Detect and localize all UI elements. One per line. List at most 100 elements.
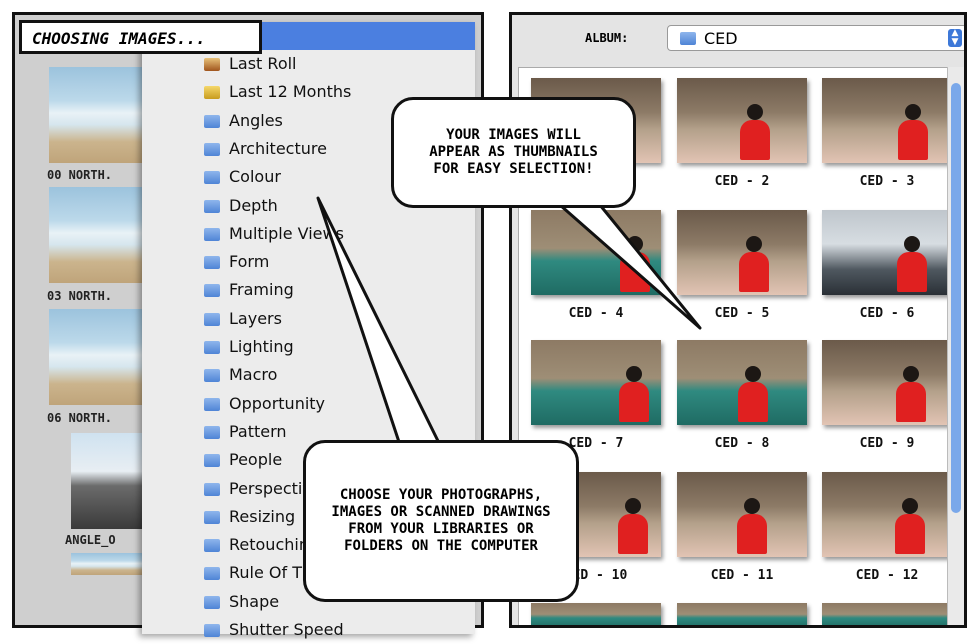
beach-thumbnail[interactable] — [49, 187, 145, 283]
folder-icon — [204, 595, 220, 609]
photo-caption: CED - 11 — [710, 568, 774, 583]
photo-thumbnail-partial[interactable] — [822, 603, 952, 625]
speech-bubble-text: CHOOSE YOUR PHOTOGRAPHS, IMAGES OR SCANN… — [331, 487, 551, 554]
menu-item-label: Resizing — [229, 506, 296, 526]
photo-thumbnail-partial[interactable] — [531, 603, 661, 625]
person-head — [747, 104, 763, 120]
menu-item-label: Macro — [229, 365, 278, 385]
menu-item-label: People — [229, 450, 283, 470]
vertical-scrollbar[interactable] — [947, 67, 964, 625]
album-label: ALBUM: — [585, 31, 629, 45]
beach-thumbnail[interactable] — [49, 67, 145, 163]
person-figure — [739, 252, 769, 292]
calendar-icon — [204, 86, 220, 100]
church-thumbnail[interactable] — [71, 433, 146, 529]
person-figure — [738, 382, 768, 422]
speech-bubble-text: YOUR IMAGES WILL APPEAR AS THUMBNAILS FO… — [429, 127, 598, 177]
folder-icon — [204, 624, 220, 637]
folder-icon — [204, 171, 220, 185]
folder-icon — [204, 199, 220, 213]
photo-caption: CED - 8 — [714, 436, 770, 451]
menu-item[interactable]: Layers — [204, 305, 282, 333]
menu-item-label: Angles — [229, 110, 283, 130]
menu-item[interactable]: Lighting — [204, 333, 294, 361]
folder-icon — [204, 114, 220, 128]
menu-item[interactable]: Last Roll — [204, 50, 297, 78]
photo-thumbnail[interactable] — [822, 210, 952, 295]
person-figure — [895, 514, 925, 554]
photo-caption: CED - 12 — [855, 568, 919, 583]
person-figure — [619, 382, 649, 422]
folder-icon — [204, 425, 220, 439]
menu-item[interactable]: Multiple Views — [204, 220, 344, 248]
person-head — [627, 236, 643, 252]
menu-item[interactable]: Shutter Speed — [204, 616, 344, 644]
person-head — [904, 236, 920, 252]
menu-item[interactable]: Pattern — [204, 418, 287, 446]
menu-item[interactable]: Framing — [204, 276, 294, 304]
person-figure — [618, 514, 648, 554]
person-head — [746, 236, 762, 252]
menu-item[interactable]: Depth — [204, 192, 278, 220]
partial-thumbnail[interactable] — [71, 553, 146, 575]
menu-item[interactable]: Architecture — [204, 135, 327, 163]
menu-item-label: Shape — [229, 591, 280, 611]
album-selected-value: CED — [704, 29, 738, 48]
person-figure — [897, 252, 927, 292]
folder-icon — [204, 510, 220, 524]
photo-thumbnail[interactable] — [677, 472, 807, 557]
scrollbar-thumb[interactable] — [951, 83, 961, 513]
menu-item[interactable]: Retouching — [204, 531, 319, 559]
menu-item[interactable]: Last 12 Months — [204, 78, 351, 106]
folder-icon — [204, 482, 220, 496]
menu-item-label: Framing — [229, 280, 294, 300]
menu-item[interactable]: People — [204, 446, 282, 474]
album-select[interactable]: CED ▲ ▼ — [667, 25, 964, 51]
photo-caption: CED - 5 — [714, 306, 770, 321]
thumbnail-label: 06 NORTH. — [47, 411, 113, 425]
menu-item-label: Colour — [229, 167, 281, 187]
photo-caption: CED - 4 — [568, 306, 624, 321]
photo-thumbnail[interactable] — [531, 340, 661, 425]
folder-icon — [204, 454, 220, 468]
menu-item[interactable]: Opportunity — [204, 390, 325, 418]
folder-icon — [204, 369, 220, 383]
menu-item-label: Lighting — [229, 337, 294, 356]
beach-thumbnail[interactable] — [49, 309, 145, 405]
menu-item-label: Multiple Views — [229, 223, 344, 243]
menu-item[interactable]: Colour — [204, 163, 281, 191]
photo-thumbnail[interactable] — [822, 78, 952, 163]
menu-item[interactable]: Angles — [204, 107, 283, 135]
menu-item[interactable]: Shape — [204, 588, 279, 616]
photo-caption: CED - 3 — [859, 174, 915, 189]
select-arrows-icon[interactable]: ▲ ▼ — [948, 29, 962, 47]
menu-item[interactable]: Resizing — [204, 503, 295, 531]
menu-item[interactable]: Form — [204, 248, 269, 276]
person-figure — [737, 514, 767, 554]
folder-icon — [204, 539, 220, 553]
folder-icon — [680, 32, 696, 45]
photo-thumbnail[interactable] — [677, 78, 807, 163]
menu-item-label: Last 12 Months — [229, 82, 352, 102]
photo-thumbnail-partial[interactable] — [677, 603, 807, 625]
person-head — [902, 498, 918, 514]
folder-icon — [204, 312, 220, 326]
menu-item-label: Layers — [229, 308, 282, 328]
photo-thumbnail[interactable] — [822, 472, 952, 557]
photo-thumbnail[interactable] — [822, 340, 952, 425]
menu-item-label: Architecture — [229, 138, 327, 158]
speech-bubble-choose: CHOOSE YOUR PHOTOGRAPHS, IMAGES OR SCANN… — [303, 440, 579, 602]
person-head — [626, 366, 642, 382]
thumbnail-label: 03 NORTH. — [47, 289, 113, 303]
photo-caption: CED - 2 — [714, 174, 770, 189]
folder-icon — [204, 341, 220, 354]
folder-icon — [204, 142, 220, 156]
person-head — [744, 498, 760, 514]
photo-thumbnail[interactable] — [677, 340, 807, 425]
person-head — [905, 104, 921, 120]
photo-thumbnail[interactable] — [531, 210, 661, 295]
menu-item-label: Pattern — [229, 421, 287, 441]
menu-item[interactable]: Macro — [204, 361, 277, 389]
menu-item-label: Last Roll — [229, 54, 297, 73]
photo-thumbnail[interactable] — [677, 210, 807, 295]
